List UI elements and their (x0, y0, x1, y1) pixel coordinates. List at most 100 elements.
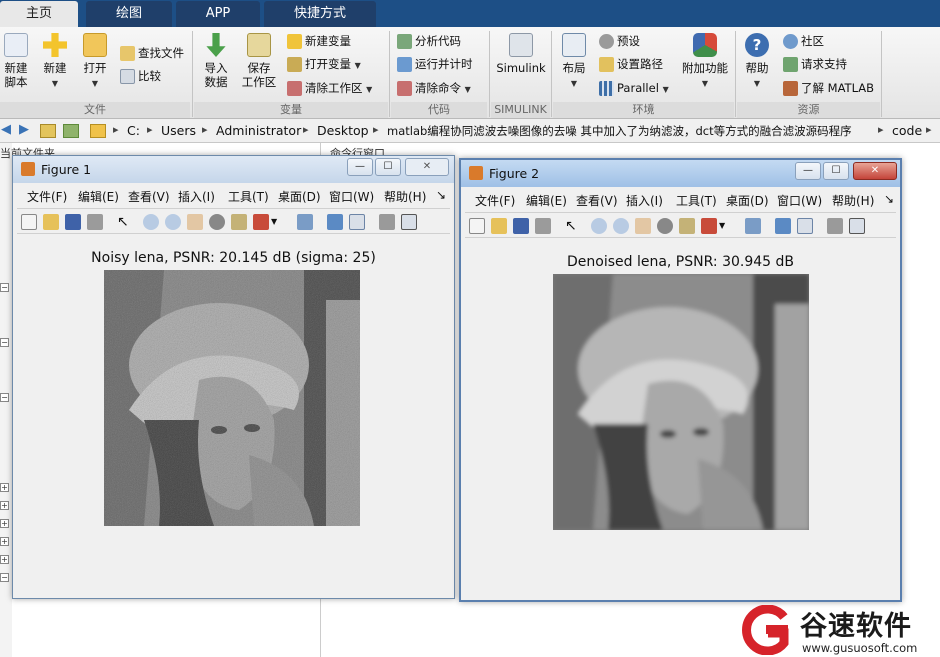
clear-workspace-button[interactable]: 清除工作区 ▼ (287, 77, 372, 99)
minimize-button[interactable]: — (347, 158, 373, 176)
tab-apps[interactable]: APP (176, 1, 260, 27)
menu-window[interactable]: 窗口(W) (329, 188, 374, 205)
new-button[interactable]: 新建 ▼ (40, 33, 70, 91)
back-arrow-icon[interactable]: ◀ (1, 122, 11, 137)
request-support-button[interactable]: 请求支持 (783, 53, 847, 75)
figure-2-titlebar[interactable]: Figure 2 — ☐ ✕ (461, 160, 900, 187)
link-plot-icon[interactable] (745, 218, 761, 234)
menu-tools[interactable]: 工具(T) (228, 188, 269, 205)
menu-overflow-icon[interactable]: ↘ (436, 188, 446, 202)
help-button[interactable]: ? 帮助 ▼ (742, 33, 772, 91)
close-button[interactable]: ✕ (853, 162, 897, 180)
tree-expand-icon[interactable]: + (0, 537, 9, 546)
chevron-down-icon[interactable]: ▼ (719, 218, 735, 234)
save-workspace-button[interactable]: 保存 工作区 (240, 33, 278, 89)
import-data-button[interactable]: 导入 数据 (200, 33, 232, 89)
set-path-button[interactable]: 设置路径 (599, 53, 663, 75)
tree-expand-icon[interactable]: + (0, 483, 9, 492)
tree-expand-icon[interactable]: − (0, 573, 9, 582)
tab-home[interactable]: 主页 (0, 1, 78, 27)
pointer-icon[interactable]: ↖ (565, 218, 581, 234)
up-folder-icon[interactable] (40, 124, 56, 138)
tree-expand-icon[interactable]: − (0, 283, 9, 292)
tree-expand-icon[interactable]: + (0, 555, 9, 564)
show-plot-tools-icon[interactable] (849, 218, 865, 234)
menu-desktop[interactable]: 桌面(D) (726, 192, 769, 209)
menu-file[interactable]: 文件(F) (27, 188, 67, 205)
tree-expand-icon[interactable]: + (0, 501, 9, 510)
zoom-in-icon[interactable] (591, 218, 607, 234)
breadcrumb-item[interactable]: matlab编程协同滤波去噪图像的去噪 其中加入了为纳滤波，dct等方式的融合滤… (387, 123, 877, 139)
maximize-button[interactable]: ☐ (375, 158, 401, 176)
clear-commands-button[interactable]: 清除命令 ▼ (397, 77, 471, 99)
tree-expand-icon[interactable]: − (0, 338, 9, 347)
insert-legend-icon[interactable] (349, 214, 365, 230)
print-icon[interactable] (87, 214, 103, 230)
show-plot-tools-icon[interactable] (401, 214, 417, 230)
link-plot-icon[interactable] (297, 214, 313, 230)
figure-2-window[interactable]: Figure 2 — ☐ ✕ 文件(F) 编辑(E) 查看(V) 插入(I) 工… (459, 158, 902, 602)
breadcrumb-item[interactable]: C: (127, 123, 140, 138)
minimize-button[interactable]: — (795, 162, 821, 180)
insert-legend-icon[interactable] (797, 218, 813, 234)
zoom-out-icon[interactable] (613, 218, 629, 234)
figure-1-titlebar[interactable]: Figure 1 — ☐ ✕ (13, 156, 454, 183)
layout-button[interactable]: 布局 ▼ (558, 33, 590, 91)
rotate-3d-icon[interactable] (657, 218, 673, 234)
breadcrumb-item[interactable]: Administrator (216, 123, 301, 138)
pointer-icon[interactable]: ↖ (117, 214, 133, 230)
breadcrumb-item[interactable]: code (892, 123, 922, 138)
insert-colorbar-icon[interactable] (327, 214, 343, 230)
save-icon[interactable] (65, 214, 81, 230)
menu-tools[interactable]: 工具(T) (676, 192, 717, 209)
brush-icon[interactable] (701, 218, 717, 234)
addons-button[interactable]: 附加功能 ▼ (680, 33, 730, 91)
save-icon[interactable] (513, 218, 529, 234)
run-and-time-button[interactable]: 运行并计时 (397, 53, 473, 75)
new-figure-icon[interactable] (21, 214, 37, 230)
new-figure-icon[interactable] (469, 218, 485, 234)
rotate-3d-icon[interactable] (209, 214, 225, 230)
open-file-icon[interactable] (43, 214, 59, 230)
print-icon[interactable] (535, 218, 551, 234)
analyze-code-button[interactable]: 分析代码 (397, 30, 461, 52)
preferences-button[interactable]: 预设 (599, 30, 640, 52)
breadcrumb-item[interactable]: Desktop (317, 123, 369, 138)
parallel-button[interactable]: Parallel ▼ (599, 77, 669, 99)
menu-insert[interactable]: 插入(I) (626, 192, 663, 209)
chevron-down-icon[interactable]: ▼ (271, 214, 287, 230)
tab-plots[interactable]: 绘图 (86, 1, 172, 27)
tree-expand-icon[interactable]: − (0, 393, 9, 402)
menu-desktop[interactable]: 桌面(D) (278, 188, 321, 205)
breadcrumb-item[interactable]: Users (161, 123, 196, 138)
menu-edit[interactable]: 编辑(E) (78, 188, 119, 205)
zoom-out-icon[interactable] (165, 214, 181, 230)
menu-view[interactable]: 查看(V) (576, 192, 618, 209)
hide-plot-tools-icon[interactable] (827, 218, 843, 234)
maximize-button[interactable]: ☐ (823, 162, 849, 180)
tab-shortcuts[interactable]: 快捷方式 (264, 1, 376, 27)
brush-icon[interactable] (253, 214, 269, 230)
hide-plot-tools-icon[interactable] (379, 214, 395, 230)
open-variable-button[interactable]: 打开变量 ▼ (287, 53, 361, 75)
new-variable-button[interactable]: 新建变量 (287, 30, 351, 52)
pan-hand-icon[interactable] (187, 214, 203, 230)
menu-file[interactable]: 文件(F) (475, 192, 515, 209)
open-file-icon[interactable] (491, 218, 507, 234)
menu-help[interactable]: 帮助(H) (384, 188, 426, 205)
menu-edit[interactable]: 编辑(E) (526, 192, 567, 209)
find-files-button[interactable]: 查找文件 (120, 42, 184, 64)
menu-window[interactable]: 窗口(W) (777, 192, 822, 209)
browse-folder-icon[interactable] (63, 124, 79, 138)
open-button[interactable]: 打开 ▼ (80, 33, 110, 91)
community-button[interactable]: 社区 (783, 30, 824, 52)
tree-expand-icon[interactable]: + (0, 519, 9, 528)
close-button[interactable]: ✕ (405, 158, 449, 176)
learn-matlab-button[interactable]: 了解 MATLAB (783, 77, 874, 99)
pan-hand-icon[interactable] (635, 218, 651, 234)
zoom-in-icon[interactable] (143, 214, 159, 230)
menu-view[interactable]: 查看(V) (128, 188, 170, 205)
menu-overflow-icon[interactable]: ↘ (884, 192, 894, 206)
menu-help[interactable]: 帮助(H) (832, 192, 874, 209)
data-cursor-icon[interactable] (679, 218, 695, 234)
